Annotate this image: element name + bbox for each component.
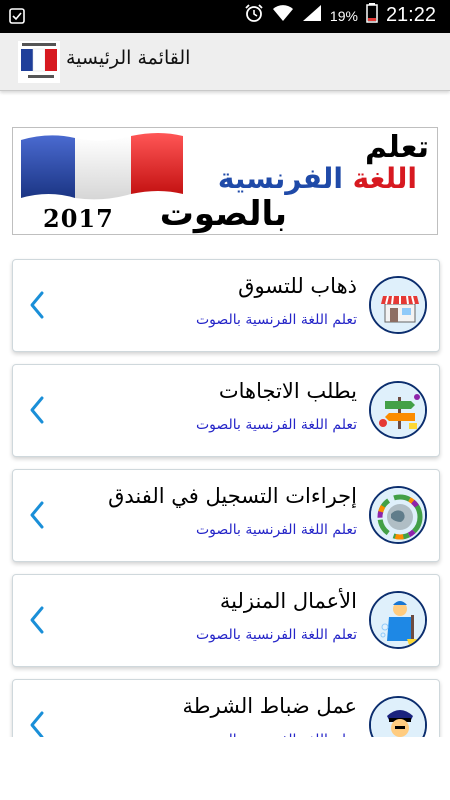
globe-icon [369,486,427,544]
app-banner: 2017 تعلم اللغة الفرنسية بالصوت [12,127,438,235]
list-item-subtitle: تعلم اللغة الفرنسية بالصوت [195,522,357,538]
page-title: القائمة الرئيسية [66,47,191,69]
lessons-list: ذهاب للتسوق تعلم اللغة الفرنسية بالصوت ي… [12,259,440,784]
bottom-area [0,737,450,800]
list-item-title: ذهاب للتسوق [238,274,357,298]
list-item-title: يطلب الاتجاهات [218,379,357,403]
alarm-icon [244,3,264,28]
list-item[interactable]: إجراءات التسجيل في الفندق تعلم اللغة الف… [12,469,440,562]
wifi-icon [272,4,294,27]
banner-title-line3: بالصوت [159,194,287,234]
banner-title-blue-part: الفرنسية [217,162,343,195]
list-item-title: عمل ضباط الشرطة [182,694,357,718]
chevron-left-icon [29,290,45,324]
list-item-title: إجراءات التسجيل في الفندق [108,484,357,508]
french-flag-app-icon[interactable] [18,41,60,83]
banner-title-line1: تعلم [365,130,429,165]
battery-icon [366,3,378,28]
status-bar: 19% 21:22 [0,0,450,33]
banner-title-line2: اللغة الفرنسية [218,162,417,195]
banner-title-red-part: اللغة [342,162,417,195]
battery-percent: 19% [329,7,358,24]
action-bar: القائمة الرئيسية [0,33,450,91]
list-item-title: الأعمال المنزلية [219,589,357,613]
chevron-left-icon [29,500,45,534]
list-item[interactable]: الأعمال المنزلية تعلم اللغة الفرنسية بال… [12,574,440,667]
directions-icon [369,381,427,439]
list-item[interactable]: يطلب الاتجاهات تعلم اللغة الفرنسية بالصو… [12,364,440,457]
notification-icon [8,7,26,29]
banner-year: 2017 [43,204,114,233]
shop-icon [369,276,427,334]
chevron-left-icon [29,605,45,639]
list-item-subtitle: تعلم اللغة الفرنسية بالصوت [195,627,357,643]
list-item-subtitle: تعلم اللغة الفرنسية بالصوت [195,312,357,328]
signal-icon [302,4,322,27]
chevron-left-icon [29,395,45,429]
housework-icon [369,591,427,649]
list-item[interactable]: ذهاب للتسوق تعلم اللغة الفرنسية بالصوت [12,259,440,352]
clock: 21:22 [385,4,436,26]
list-item-subtitle: تعلم اللغة الفرنسية بالصوت [195,417,357,433]
